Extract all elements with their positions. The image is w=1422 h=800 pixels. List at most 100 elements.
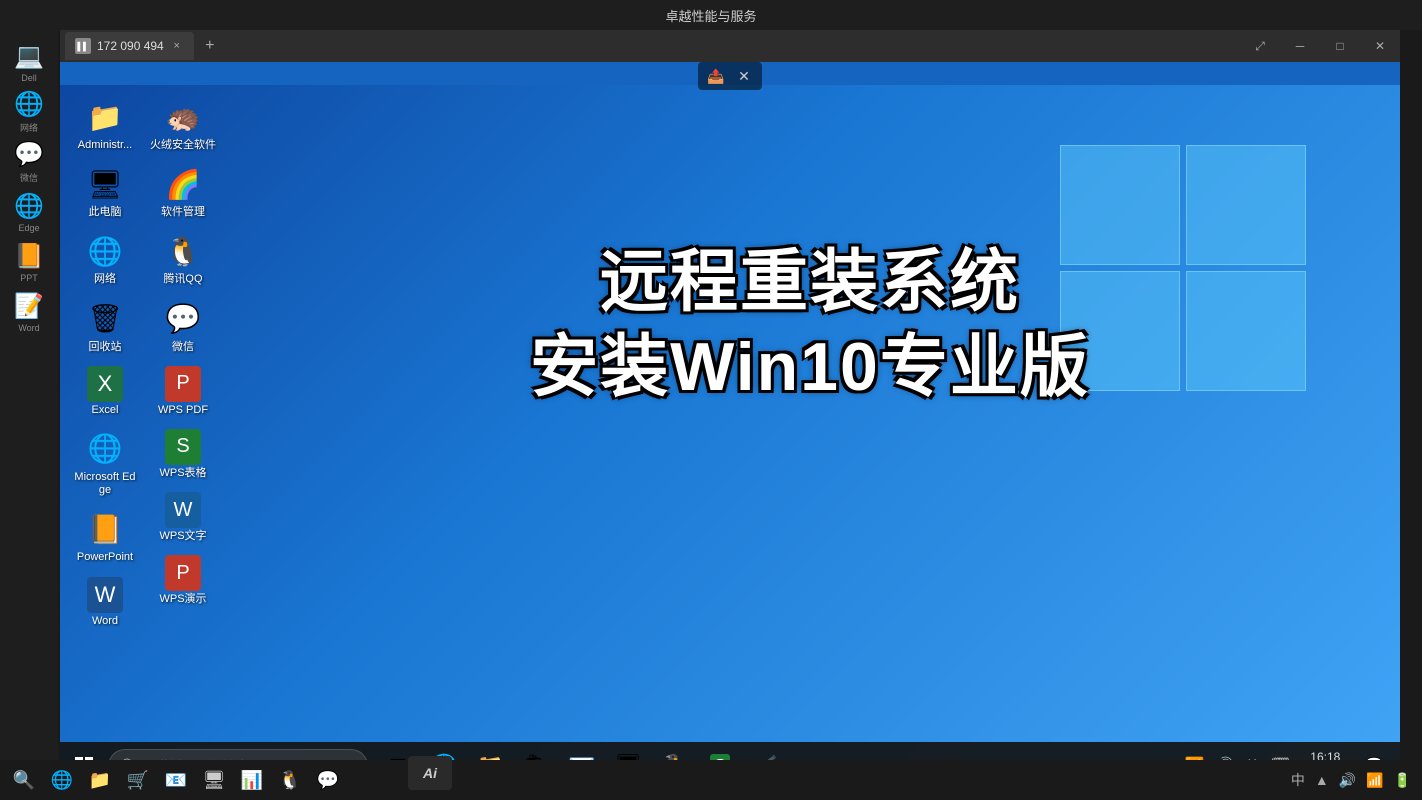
remote-tab[interactable]: ▌▌ 172 090 494 × (65, 32, 194, 60)
maximize-button[interactable]: □ (1320, 30, 1360, 62)
ai-button[interactable]: Ai (408, 756, 452, 790)
bottom-mail-icon: 📧 (165, 770, 187, 791)
control-bar: 📤 ✕ (698, 62, 762, 90)
desktop-icon-network[interactable]: 🌐 网络 (70, 227, 140, 290)
desktop-icon-wechat[interactable]: 💬 微信 (148, 295, 218, 358)
remote-window: ▌▌ 172 090 494 × + ⤢ ─ □ ✕ 📤 ✕ (60, 30, 1400, 790)
ai-label: Ai (423, 765, 437, 781)
win-logo-pane-4 (1186, 271, 1306, 391)
bottom-edge[interactable]: 🌐 (46, 764, 78, 796)
sidebar-item-edge[interactable]: 🌐 Edge (7, 190, 51, 234)
bottom-search-icon: 🔍 (13, 770, 35, 791)
bottom-wpssheet-icon: 📊 (241, 770, 263, 791)
bottom-lang-icon[interactable]: 中 (1288, 768, 1308, 792)
desktop-icon-wpsword[interactable]: W WPS文字 (148, 488, 218, 547)
pc-icon: 🖥 (85, 164, 125, 204)
bottom-explorer-icon: 📁 (89, 770, 111, 791)
desktop-icon-pc[interactable]: 🖥 此电脑 (70, 160, 140, 223)
tab-close-button[interactable]: × (170, 39, 184, 53)
bottom-wechat-icon: 💬 (317, 770, 339, 791)
wechat-desk-icon: 💬 (163, 299, 203, 339)
huorong-icon: 🦔 (163, 97, 203, 137)
bottom-wpssheet[interactable]: 📊 (236, 764, 268, 796)
edge-icon: 🌐 (14, 192, 44, 221)
ppt-icon: 📙 (14, 242, 44, 271)
bottom-remote-icon: 🖥 (203, 770, 226, 791)
windows-logo (1060, 145, 1320, 405)
bottom-explorer[interactable]: 📁 (84, 764, 116, 796)
stream-icon[interactable]: 📤 (704, 64, 728, 88)
wpspdf-icon: P (165, 366, 201, 402)
desktop-icon-edge2[interactable]: 🌐 Microsoft Edge (70, 425, 140, 501)
desktop-icon-wpspdf[interactable]: P WPS PDF (148, 362, 218, 421)
network-icon: 🌐 (14, 90, 44, 119)
wpspresent-icon: P (165, 555, 201, 591)
win-logo-pane-3 (1060, 271, 1180, 391)
win-desktop: 📁 Administr... 🖥 此电脑 🌐 网络 🗑 回收站 (60, 85, 1400, 790)
bottom-mail[interactable]: 📧 (160, 764, 192, 796)
sidebar-item-ppt[interactable]: 📙 PPT (7, 240, 51, 284)
qq-icon: 🐧 (163, 231, 203, 271)
close-button[interactable]: ✕ (1360, 30, 1400, 62)
bottom-volume-icon[interactable]: 🔊 (1336, 770, 1359, 791)
bottom-edge-icon: 🌐 (51, 770, 73, 791)
sidebar-item-wechat[interactable]: 💬 微信 (7, 140, 51, 184)
bottom-store-icon: 🛒 (127, 770, 149, 791)
restore-button[interactable]: ⤢ (1240, 30, 1280, 62)
bottom-up-arrow[interactable]: ▲ (1312, 770, 1332, 790)
win-logo-pane-1 (1060, 145, 1180, 265)
bottom-wechat[interactable]: 💬 (312, 764, 344, 796)
network-desk-icon: 🌐 (85, 231, 125, 271)
remote-titlebar: ▌▌ 172 090 494 × + ⤢ ─ □ ✕ (60, 30, 1400, 62)
icon-column-2: 🦔 火绒安全软件 🌈 软件管理 🐧 腾讯QQ 💬 微信 (148, 93, 218, 632)
desktop-icon-ppt[interactable]: 📙 PowerPoint (70, 505, 140, 568)
close-icon: ✕ (1375, 39, 1385, 53)
wechat-icon: 💬 (14, 140, 44, 169)
sidebar-item-dell[interactable]: 💻 Dell (7, 40, 51, 84)
window-controls: ⤢ ─ □ ✕ (1240, 30, 1400, 62)
bottom-store[interactable]: 🛒 (122, 764, 154, 796)
outer-titlebar: 卓越性能与服务 (0, 0, 1422, 30)
tab-signal-icon: ▌▌ (75, 38, 91, 54)
minimize-icon: ─ (1296, 39, 1305, 53)
bottom-battery-icon[interactable]: 🔋 (1391, 770, 1414, 791)
minimize-button[interactable]: ─ (1280, 30, 1320, 62)
wpstable-icon: S (165, 429, 201, 465)
desktop-icon-wpstable[interactable]: S WPS表格 (148, 425, 218, 484)
bottom-search[interactable]: 🔍 (8, 764, 40, 796)
desktop-icon-huorong[interactable]: 🦔 火绒安全软件 (148, 93, 218, 156)
dell-icon: 💻 (14, 42, 44, 71)
bottom-systray: 中 ▲ 🔊 📶 🔋 (1288, 768, 1414, 792)
desktop-icon-word[interactable]: W Word (70, 573, 140, 632)
desktop-icon-recycle[interactable]: 🗑 回收站 (70, 295, 140, 358)
edge2-icon: 🌐 (85, 429, 125, 469)
excel-icon: X (87, 366, 123, 402)
desktop-icon-administrator[interactable]: 📁 Administr... (70, 93, 140, 156)
recycle-icon: 🗑 (85, 299, 125, 339)
disconnect-icon[interactable]: ✕ (732, 64, 756, 88)
tab-label: 172 090 494 (97, 39, 164, 53)
restore-icon: ⤢ (1255, 39, 1265, 54)
word-icon: 📝 (14, 292, 44, 321)
desktop-icons: 📁 Administr... 🖥 此电脑 🌐 网络 🗑 回收站 (70, 93, 222, 632)
sidebar-item-word[interactable]: 📝 Word (7, 290, 51, 334)
win-logo-pane-2 (1186, 145, 1306, 265)
bottom-remote[interactable]: 🖥 (198, 764, 230, 796)
bottom-qq-icon: 🐧 (279, 770, 301, 791)
sidebar-item-network[interactable]: 🌐 网络 (7, 90, 51, 134)
maximize-icon: □ (1336, 39, 1343, 53)
desktop-icon-qq[interactable]: 🐧 腾讯QQ (148, 227, 218, 290)
tab-add-button[interactable]: + (198, 34, 222, 58)
desktop-icon-wpspresent[interactable]: P WPS演示 (148, 551, 218, 610)
outer-title: 卓越性能与服务 (665, 6, 756, 25)
icon-column-1: 📁 Administr... 🖥 此电脑 🌐 网络 🗑 回收站 (70, 93, 140, 632)
administrator-icon: 📁 (85, 97, 125, 137)
bottom-wifi-icon[interactable]: 📶 (1363, 770, 1386, 791)
desktop-icon-excel[interactable]: X Excel (70, 362, 140, 421)
bottom-qq[interactable]: 🐧 (274, 764, 306, 796)
wpsword-icon: W (165, 492, 201, 528)
left-sidebar: 💻 Dell 🌐 网络 💬 微信 🌐 Edge 📙 PPT 📝 Word (0, 30, 58, 800)
bottom-outer-bar: 🔍 🌐 📁 🛒 📧 Ai 🖥 📊 🐧 💬 中 ▲ 🔊 📶 🔋 (0, 760, 1422, 800)
software-icon: 🌈 (163, 164, 203, 204)
desktop-icon-software[interactable]: 🌈 软件管理 (148, 160, 218, 223)
